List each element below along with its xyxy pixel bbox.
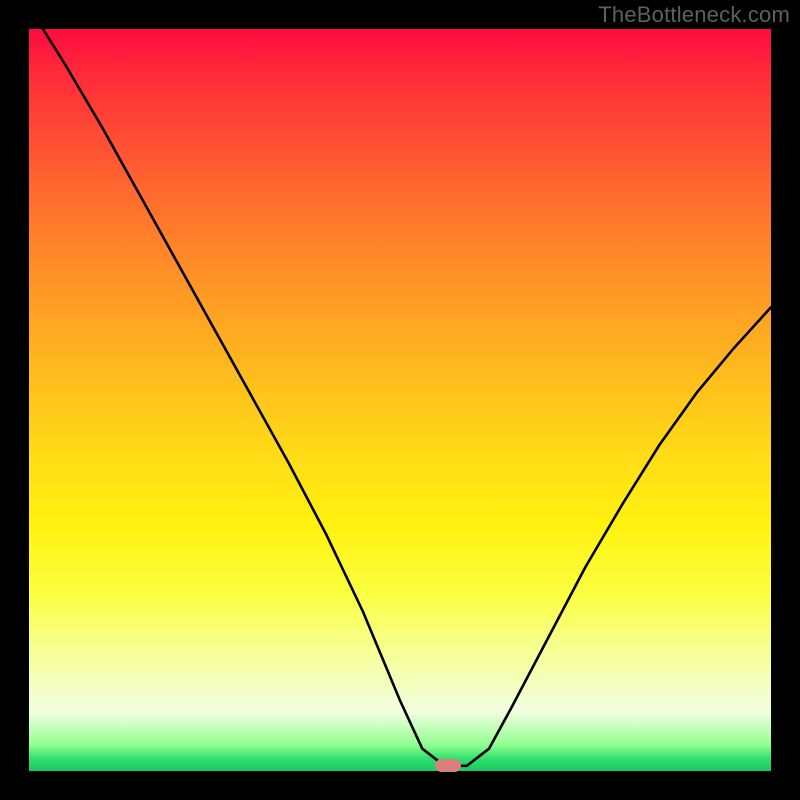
optimal-point-marker [435,759,461,772]
chart-frame: TheBottleneck.com [0,0,800,800]
chart-curve [0,0,800,800]
